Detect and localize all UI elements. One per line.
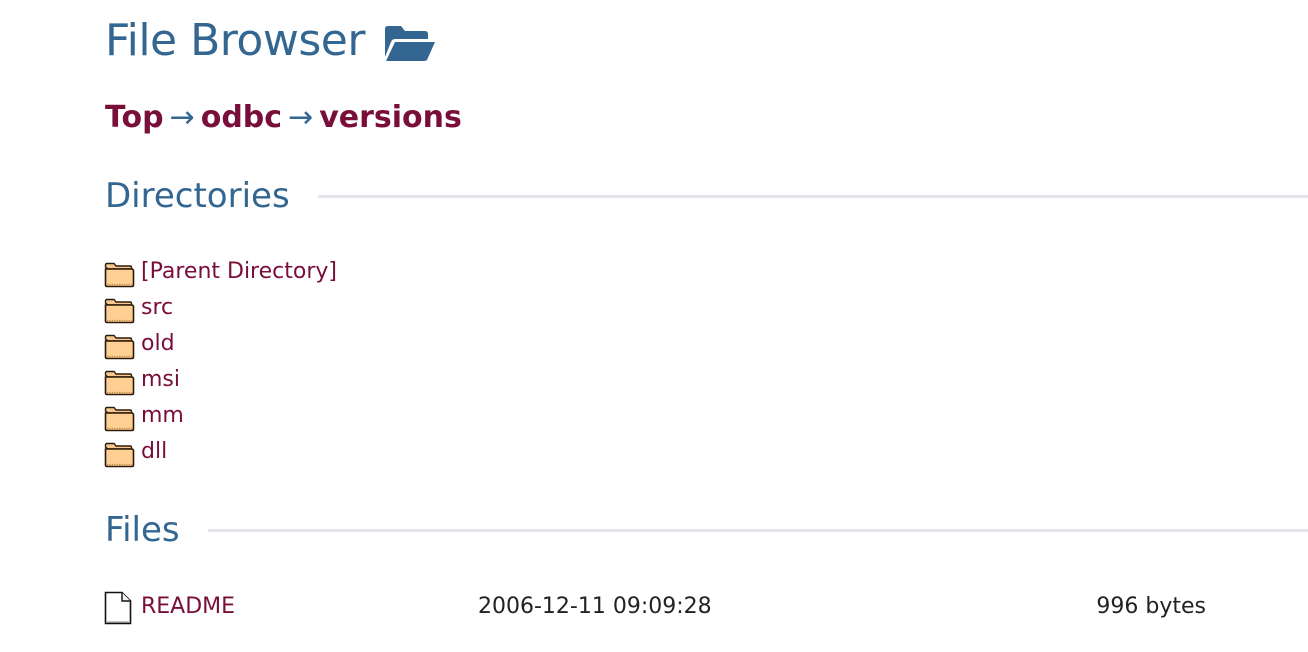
directory-link-msi[interactable]: msi <box>141 365 180 395</box>
table-row[interactable]: README 2006-12-11 09:09:28 996 bytes <box>104 588 1224 628</box>
folder-open-icon <box>383 23 437 63</box>
section-divider <box>317 194 1308 198</box>
section-divider <box>207 528 1308 532</box>
directory-link-mm[interactable]: mm <box>141 401 184 431</box>
file-icon <box>104 591 132 625</box>
folder-icon <box>104 298 135 324</box>
breadcrumb-separator: → <box>288 100 314 135</box>
directories-section-header: Directories <box>105 174 1308 218</box>
list-item[interactable]: [Parent Directory] <box>104 254 337 290</box>
directory-link-dll[interactable]: dll <box>141 437 167 467</box>
directory-link-src[interactable]: src <box>141 293 173 323</box>
file-link-readme[interactable]: README <box>141 592 235 622</box>
directories-heading: Directories <box>105 176 290 216</box>
breadcrumb: Top → odbc → versions <box>105 98 462 138</box>
directory-link-old[interactable]: old <box>141 329 175 359</box>
file-table: README 2006-12-11 09:09:28 996 bytes <box>104 588 1224 628</box>
list-item[interactable]: src <box>104 290 337 326</box>
file-modified-date: 2006-12-11 09:09:28 <box>478 594 712 619</box>
folder-icon <box>104 262 135 288</box>
directory-link-parent[interactable]: [Parent Directory] <box>141 257 337 287</box>
files-heading: Files <box>105 510 180 550</box>
folder-icon <box>104 406 135 432</box>
folder-icon <box>104 370 135 396</box>
breadcrumb-item-versions[interactable]: versions <box>319 100 462 135</box>
list-item[interactable]: dll <box>104 434 337 470</box>
breadcrumb-separator: → <box>169 100 195 135</box>
files-section-header: Files <box>105 508 1308 552</box>
folder-icon <box>104 334 135 360</box>
list-item[interactable]: old <box>104 326 337 362</box>
directory-list: [Parent Directory] src old msi mm dll <box>104 254 337 470</box>
page-title: File Browser <box>105 15 365 66</box>
file-size: 996 bytes <box>1096 594 1206 619</box>
breadcrumb-item-top[interactable]: Top <box>105 100 164 135</box>
list-item[interactable]: msi <box>104 362 337 398</box>
folder-icon <box>104 442 135 468</box>
breadcrumb-item-odbc[interactable]: odbc <box>201 100 282 135</box>
list-item[interactable]: mm <box>104 398 337 434</box>
page-header: File Browser <box>105 14 437 68</box>
file-browser-page: File Browser Top → odbc → versions Directori… <box>0 0 1308 652</box>
